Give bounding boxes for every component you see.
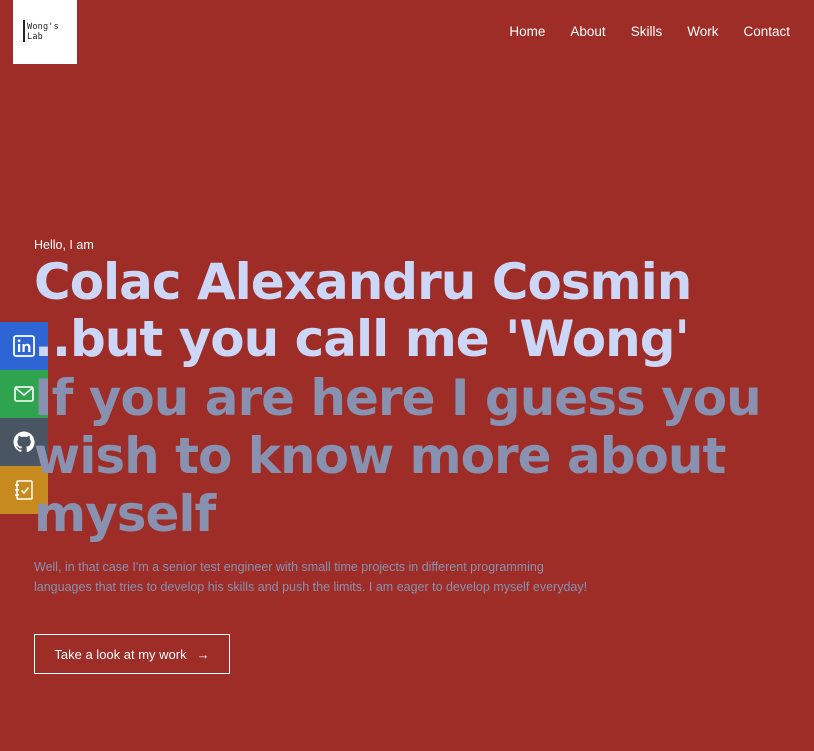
main-nav: Home About Skills Work Contact bbox=[509, 24, 790, 39]
view-work-label: Take a look at my work bbox=[54, 646, 187, 662]
logo-bar bbox=[23, 20, 25, 42]
linkedin-icon bbox=[13, 335, 35, 357]
hero-description: Well, in that case I'm a senior test eng… bbox=[34, 560, 588, 594]
nav-about[interactable]: About bbox=[570, 24, 605, 39]
site-logo[interactable]: Wong's Lab bbox=[13, 0, 77, 64]
hero-name: Colac Alexandru Cosmin bbox=[34, 253, 692, 311]
nav-home[interactable]: Home bbox=[509, 24, 545, 39]
mail-icon bbox=[14, 386, 34, 402]
nav-work[interactable]: Work bbox=[687, 24, 718, 39]
nav-contact[interactable]: Contact bbox=[743, 24, 790, 39]
hero-greeting: Hello, I am bbox=[34, 238, 94, 252]
logo-text-line1: Wong's bbox=[27, 22, 59, 32]
github-icon bbox=[13, 431, 35, 453]
view-work-button[interactable]: Take a look at my work → bbox=[34, 634, 230, 674]
hero-tagline: If you are here I guess you wish to know… bbox=[34, 369, 762, 543]
notebook-icon bbox=[15, 480, 33, 500]
hero-nickname: ..but you call me 'Wong' bbox=[34, 310, 690, 368]
arrow-right-icon: → bbox=[196, 646, 210, 662]
logo-text-line2: Lab bbox=[27, 32, 43, 42]
nav-skills[interactable]: Skills bbox=[631, 24, 663, 39]
